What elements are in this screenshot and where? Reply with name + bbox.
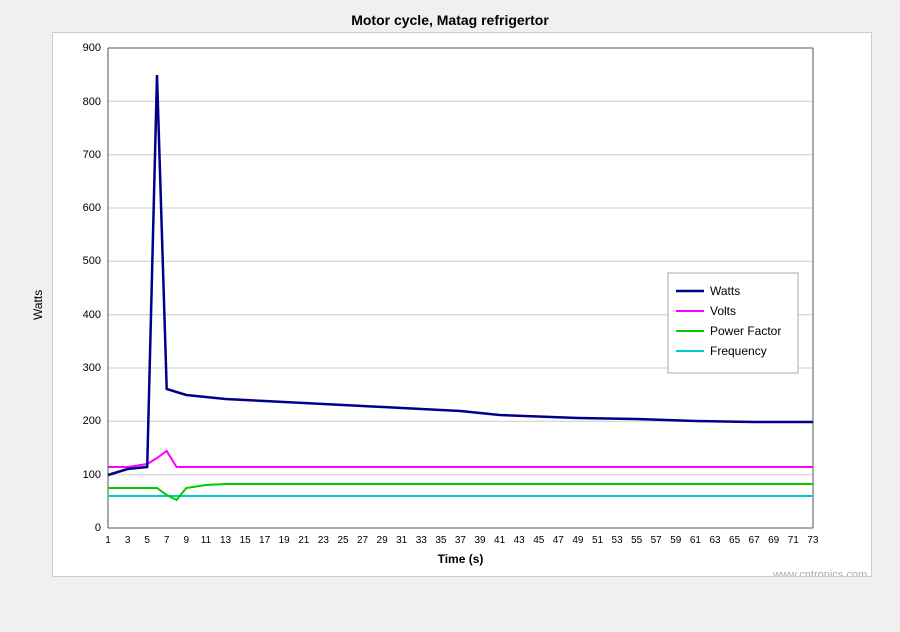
svg-text:9: 9	[184, 535, 190, 546]
svg-text:600: 600	[83, 202, 101, 214]
svg-text:71: 71	[788, 535, 800, 546]
svg-text:100: 100	[83, 469, 101, 481]
svg-text:67: 67	[749, 535, 761, 546]
svg-text:57: 57	[651, 535, 663, 546]
svg-text:59: 59	[670, 535, 682, 546]
svg-text:300: 300	[83, 362, 101, 374]
svg-text:35: 35	[435, 535, 447, 546]
svg-text:3: 3	[125, 535, 131, 546]
svg-text:0: 0	[95, 522, 101, 534]
svg-text:37: 37	[455, 535, 467, 546]
svg-text:65: 65	[729, 535, 741, 546]
svg-text:21: 21	[298, 535, 310, 546]
svg-text:Watts: Watts	[710, 284, 740, 298]
svg-text:Frequency: Frequency	[710, 344, 767, 358]
svg-text:400: 400	[83, 309, 101, 321]
svg-text:7: 7	[164, 535, 170, 546]
svg-text:Time (s): Time (s)	[438, 552, 484, 566]
svg-text:53: 53	[612, 535, 624, 546]
svg-text:33: 33	[416, 535, 428, 546]
svg-text:900: 900	[83, 42, 101, 54]
svg-text:800: 800	[83, 96, 101, 108]
svg-text:500: 500	[83, 255, 101, 267]
svg-text:5: 5	[144, 535, 150, 546]
svg-text:23: 23	[318, 535, 330, 546]
chart-svg: 900 800 700 600 500 400 300 200 100 0 1 …	[52, 32, 872, 577]
svg-text:27: 27	[357, 535, 369, 546]
svg-text:69: 69	[768, 535, 780, 546]
svg-text:39: 39	[474, 535, 486, 546]
svg-text:61: 61	[690, 535, 702, 546]
svg-text:49: 49	[572, 535, 584, 546]
svg-text:73: 73	[807, 535, 819, 546]
svg-text:51: 51	[592, 535, 604, 546]
volts-line	[108, 451, 813, 467]
svg-text:Volts: Volts	[710, 304, 736, 318]
svg-text:29: 29	[377, 535, 389, 546]
svg-text:200: 200	[83, 415, 101, 427]
svg-text:13: 13	[220, 535, 232, 546]
svg-text:19: 19	[279, 535, 291, 546]
y-axis-label: Watts	[28, 32, 48, 577]
svg-text:43: 43	[514, 535, 526, 546]
svg-text:www.cntronics.com: www.cntronics.com	[772, 569, 867, 577]
svg-text:Power Factor: Power Factor	[710, 324, 781, 338]
chart-title: Motor cycle, Matag refrigertor	[351, 12, 549, 28]
svg-text:31: 31	[396, 535, 408, 546]
power-factor-line	[108, 484, 813, 500]
svg-text:47: 47	[553, 535, 565, 546]
svg-text:63: 63	[709, 535, 721, 546]
svg-text:41: 41	[494, 535, 506, 546]
svg-text:55: 55	[631, 535, 643, 546]
svg-text:17: 17	[259, 535, 271, 546]
svg-text:11: 11	[201, 535, 212, 546]
chart-container: Motor cycle, Matag refrigertor Watts	[0, 0, 900, 632]
svg-text:700: 700	[83, 149, 101, 161]
svg-text:45: 45	[533, 535, 545, 546]
svg-text:25: 25	[337, 535, 349, 546]
chart-inner: 900 800 700 600 500 400 300 200 100 0 1 …	[52, 32, 872, 577]
chart-area: Watts	[28, 32, 872, 577]
svg-text:15: 15	[240, 535, 252, 546]
svg-text:1: 1	[105, 535, 111, 546]
